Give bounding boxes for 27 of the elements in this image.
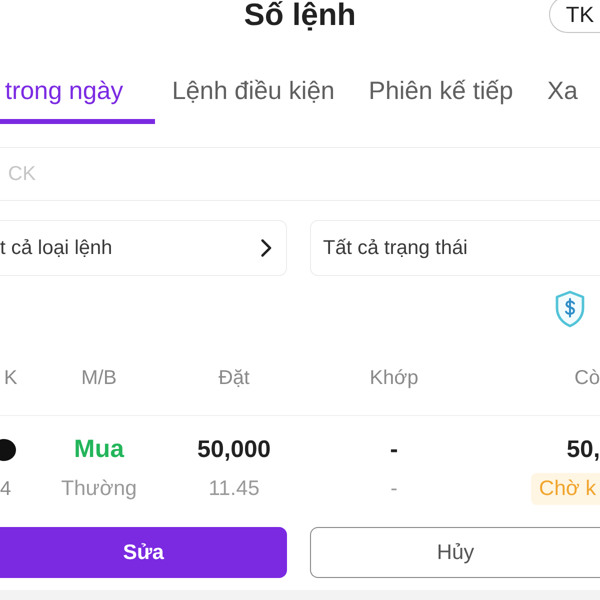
cancel-button[interactable]: Hủy [310,527,600,578]
status-badge: Chờ k [531,473,600,505]
table-cell-text: - [390,434,398,465]
column-header: Đặt [218,366,250,391]
column-header: K [4,366,18,391]
page-title: Số lệnh [244,0,356,33]
table-cell-text: Thường [61,476,137,502]
table-cell-text: 11.45 [208,476,260,502]
table-cell-text: Mua [74,434,124,465]
column-header: M/B [81,366,117,391]
table-cell-text: - [390,476,398,502]
tab[interactable]: Lệnh điều kiện [155,60,352,124]
shield-dollar-icon[interactable] [554,290,586,328]
tab[interactable]: Phiên kế tiếp [352,60,530,124]
table-cell-text: 4 [0,477,12,502]
account-button[interactable]: TK [548,0,600,33]
filter-dropdown[interactable]: Tất cả trạng thái [310,220,600,276]
table-cell-text: 50,000 [197,434,271,465]
tab[interactable]: trong ngày [0,60,155,124]
edit-button[interactable]: Sửa [0,527,287,578]
filter-dropdown[interactable]: t cả loại lệnh [0,220,287,276]
column-header: Cò [574,366,600,391]
search-field[interactable]: CK [0,147,600,201]
tab[interactable]: Xa [530,60,595,124]
column-header: Khớp [370,366,418,391]
marker-icon [0,438,16,461]
table-cell-text: 50, [566,434,600,465]
